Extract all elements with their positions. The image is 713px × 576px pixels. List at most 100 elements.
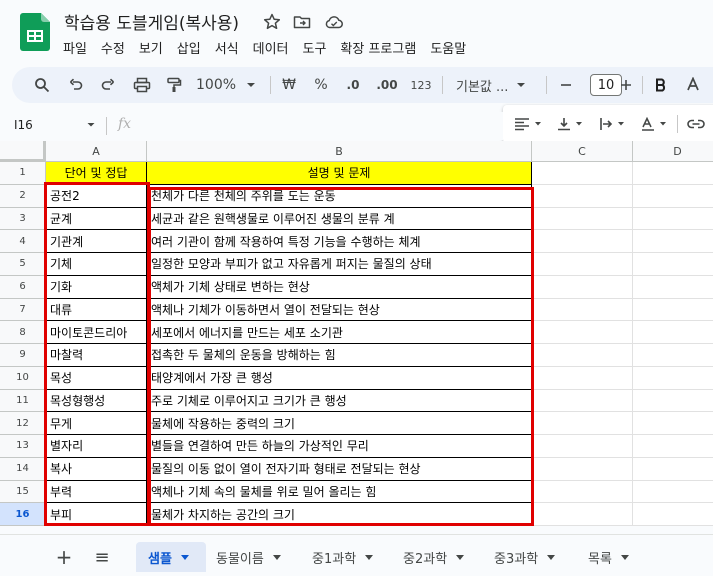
grid-cell[interactable]: 복사	[46, 457, 147, 481]
column-header-a[interactable]: A	[46, 141, 147, 162]
move-folder-icon[interactable]	[292, 12, 312, 32]
header-cell[interactable]: 설명 및 문제	[147, 162, 532, 185]
percent-format-button[interactable]: %	[310, 67, 332, 103]
grid-cell[interactable]: 세균과 같은 원핵생물로 이루어진 생물의 분류 계	[147, 207, 532, 231]
grid-cell[interactable]: 일정한 모양과 부피가 없고 자유롭게 퍼지는 물질의 상태	[147, 253, 532, 276]
horizontal-align-button[interactable]	[511, 105, 545, 143]
row-header-4[interactable]: 4	[0, 230, 46, 253]
grid-cell[interactable]: 기체	[46, 253, 147, 276]
row-header-11[interactable]: 11	[0, 389, 46, 413]
grid-cell[interactable]	[633, 299, 713, 322]
grid-cell[interactable]: 물질의 이동 없이 열이 전자기파 형태로 전달되는 현상	[147, 457, 532, 481]
grid-cell[interactable]	[532, 275, 633, 299]
column-header-d[interactable]: D	[633, 141, 713, 162]
row-header-10[interactable]: 10	[0, 366, 46, 390]
paint-format-button[interactable]	[162, 67, 186, 103]
menu-format[interactable]: 서식	[208, 36, 246, 59]
grid-cell[interactable]: 마이토콘드리아	[46, 321, 147, 344]
select-all-corner[interactable]	[0, 141, 46, 162]
decrease-font-size-button[interactable]	[556, 67, 576, 103]
row-header-3[interactable]: 3	[0, 207, 46, 231]
grid-cell[interactable]: 세포에서 에너지를 만드는 세포 소기관	[147, 321, 532, 344]
grid-cell[interactable]: 액체나 기체가 이동하면서 열이 전달되는 현상	[147, 298, 532, 322]
column-header-b[interactable]: B	[147, 141, 532, 162]
cloud-saved-icon[interactable]	[324, 12, 344, 32]
redo-button[interactable]	[96, 67, 120, 103]
tab-grade2-science[interactable]: 중2과학	[403, 542, 483, 572]
grid-cell[interactable]	[532, 344, 633, 367]
grid-cell[interactable]: 접촉한 두 물체의 운동을 방해하는 힘	[147, 344, 532, 367]
grid-cell[interactable]: 기관계	[46, 230, 147, 253]
document-title[interactable]: 학습용 도블게임(복사용)	[64, 9, 239, 34]
grid-cell[interactable]	[633, 276, 713, 299]
grid-cell[interactable]	[633, 435, 713, 458]
grid-cell[interactable]: 주로 기체로 이루어지고 크기가 큰 행성	[147, 389, 532, 413]
row-header-7[interactable]: 7	[0, 298, 46, 322]
menu-view[interactable]: 보기	[132, 36, 170, 59]
grid-cell[interactable]	[532, 184, 633, 208]
undo-button[interactable]	[64, 67, 88, 103]
grid-cell[interactable]	[633, 412, 713, 435]
row-header-9[interactable]: 9	[0, 344, 46, 367]
grid-cell[interactable]: 태양계에서 가장 큰 행성	[147, 366, 532, 390]
menu-insert[interactable]: 삽입	[170, 36, 208, 59]
grid-cell[interactable]	[532, 366, 633, 390]
grid-cell[interactable]: 목성형행성	[46, 389, 147, 413]
grid-cell[interactable]: 물체가 차지하는 공간의 크기	[147, 503, 532, 526]
tab-list[interactable]: 목록	[588, 542, 648, 572]
menu-edit[interactable]: 수정	[94, 36, 132, 59]
grid-cell[interactable]	[633, 185, 713, 208]
spreadsheet-grid[interactable]: A B C D 1 단어 및 정답 설명 및 문제 2 공전2 천체가 다른 천체의 주위를 도는…	[0, 141, 713, 526]
grid-cell[interactable]: 부피	[46, 503, 147, 526]
font-family-select[interactable]: 기본값 ...	[450, 67, 536, 103]
grid-cell[interactable]	[633, 367, 713, 390]
grid-cell[interactable]	[633, 390, 713, 413]
text-color-button[interactable]	[682, 67, 704, 103]
grid-cell[interactable]	[532, 480, 633, 504]
grid-cell[interactable]: 부력	[46, 480, 147, 504]
grid-cell[interactable]	[633, 208, 713, 231]
column-header-c[interactable]: C	[532, 141, 633, 162]
row-header-5[interactable]: 5	[0, 253, 46, 276]
more-formats-button[interactable]: 123	[408, 67, 434, 103]
header-cell[interactable]: 단어 및 정답	[46, 162, 147, 185]
grid-cell[interactable]	[532, 253, 633, 276]
grid-cell[interactable]	[633, 481, 713, 504]
grid-cell[interactable]: 별들을 연결하여 만든 하늘의 가상적인 무리	[147, 435, 532, 458]
grid-cell[interactable]	[532, 298, 633, 322]
row-header-16[interactable]: 16	[0, 503, 46, 526]
grid-cell[interactable]	[532, 321, 633, 344]
grid-cell[interactable]: 별자리	[46, 435, 147, 458]
row-header-1[interactable]: 1	[0, 162, 46, 185]
insert-link-button[interactable]	[683, 105, 709, 143]
grid-cell[interactable]	[532, 503, 633, 526]
grid-cell[interactable]: 기화	[46, 275, 147, 299]
grid-cell[interactable]	[633, 162, 713, 185]
grid-cell[interactable]: 천체가 다른 천체의 주위를 도는 운동	[147, 184, 532, 208]
tab-sample[interactable]: 샘플	[136, 542, 206, 572]
grid-cell[interactable]	[532, 412, 633, 435]
decrease-decimal-button[interactable]: .0	[340, 67, 366, 103]
tab-animal-names[interactable]: 동물이름	[216, 542, 296, 572]
tab-grade1-science[interactable]: 중1과학	[312, 542, 392, 572]
row-header-13[interactable]: 13	[0, 435, 46, 458]
grid-cell[interactable]: 물체에 작용하는 중력의 크기	[147, 412, 532, 435]
grid-cell[interactable]	[633, 321, 713, 344]
chevron-down-icon[interactable]	[86, 120, 96, 130]
search-menus-button[interactable]	[30, 67, 54, 103]
bold-button[interactable]	[650, 67, 672, 103]
row-header-12[interactable]: 12	[0, 412, 46, 435]
grid-cell[interactable]: 대류	[46, 298, 147, 322]
grid-cell[interactable]: 액체나 기체 속의 물체를 위로 밀어 올리는 힘	[147, 480, 532, 504]
print-button[interactable]	[130, 67, 154, 103]
grid-cell[interactable]	[532, 457, 633, 481]
menu-file[interactable]: 파일	[56, 36, 94, 59]
grid-cell[interactable]: 마찰력	[46, 344, 147, 367]
add-sheet-button[interactable]: +	[52, 542, 76, 572]
row-header-15[interactable]: 15	[0, 480, 46, 504]
row-header-2[interactable]: 2	[0, 184, 46, 208]
grid-cell[interactable]: 공전2	[46, 184, 147, 208]
increase-font-size-button[interactable]	[616, 67, 636, 103]
menu-help[interactable]: 도움말	[423, 36, 473, 59]
currency-format-button[interactable]: ₩	[278, 67, 300, 103]
